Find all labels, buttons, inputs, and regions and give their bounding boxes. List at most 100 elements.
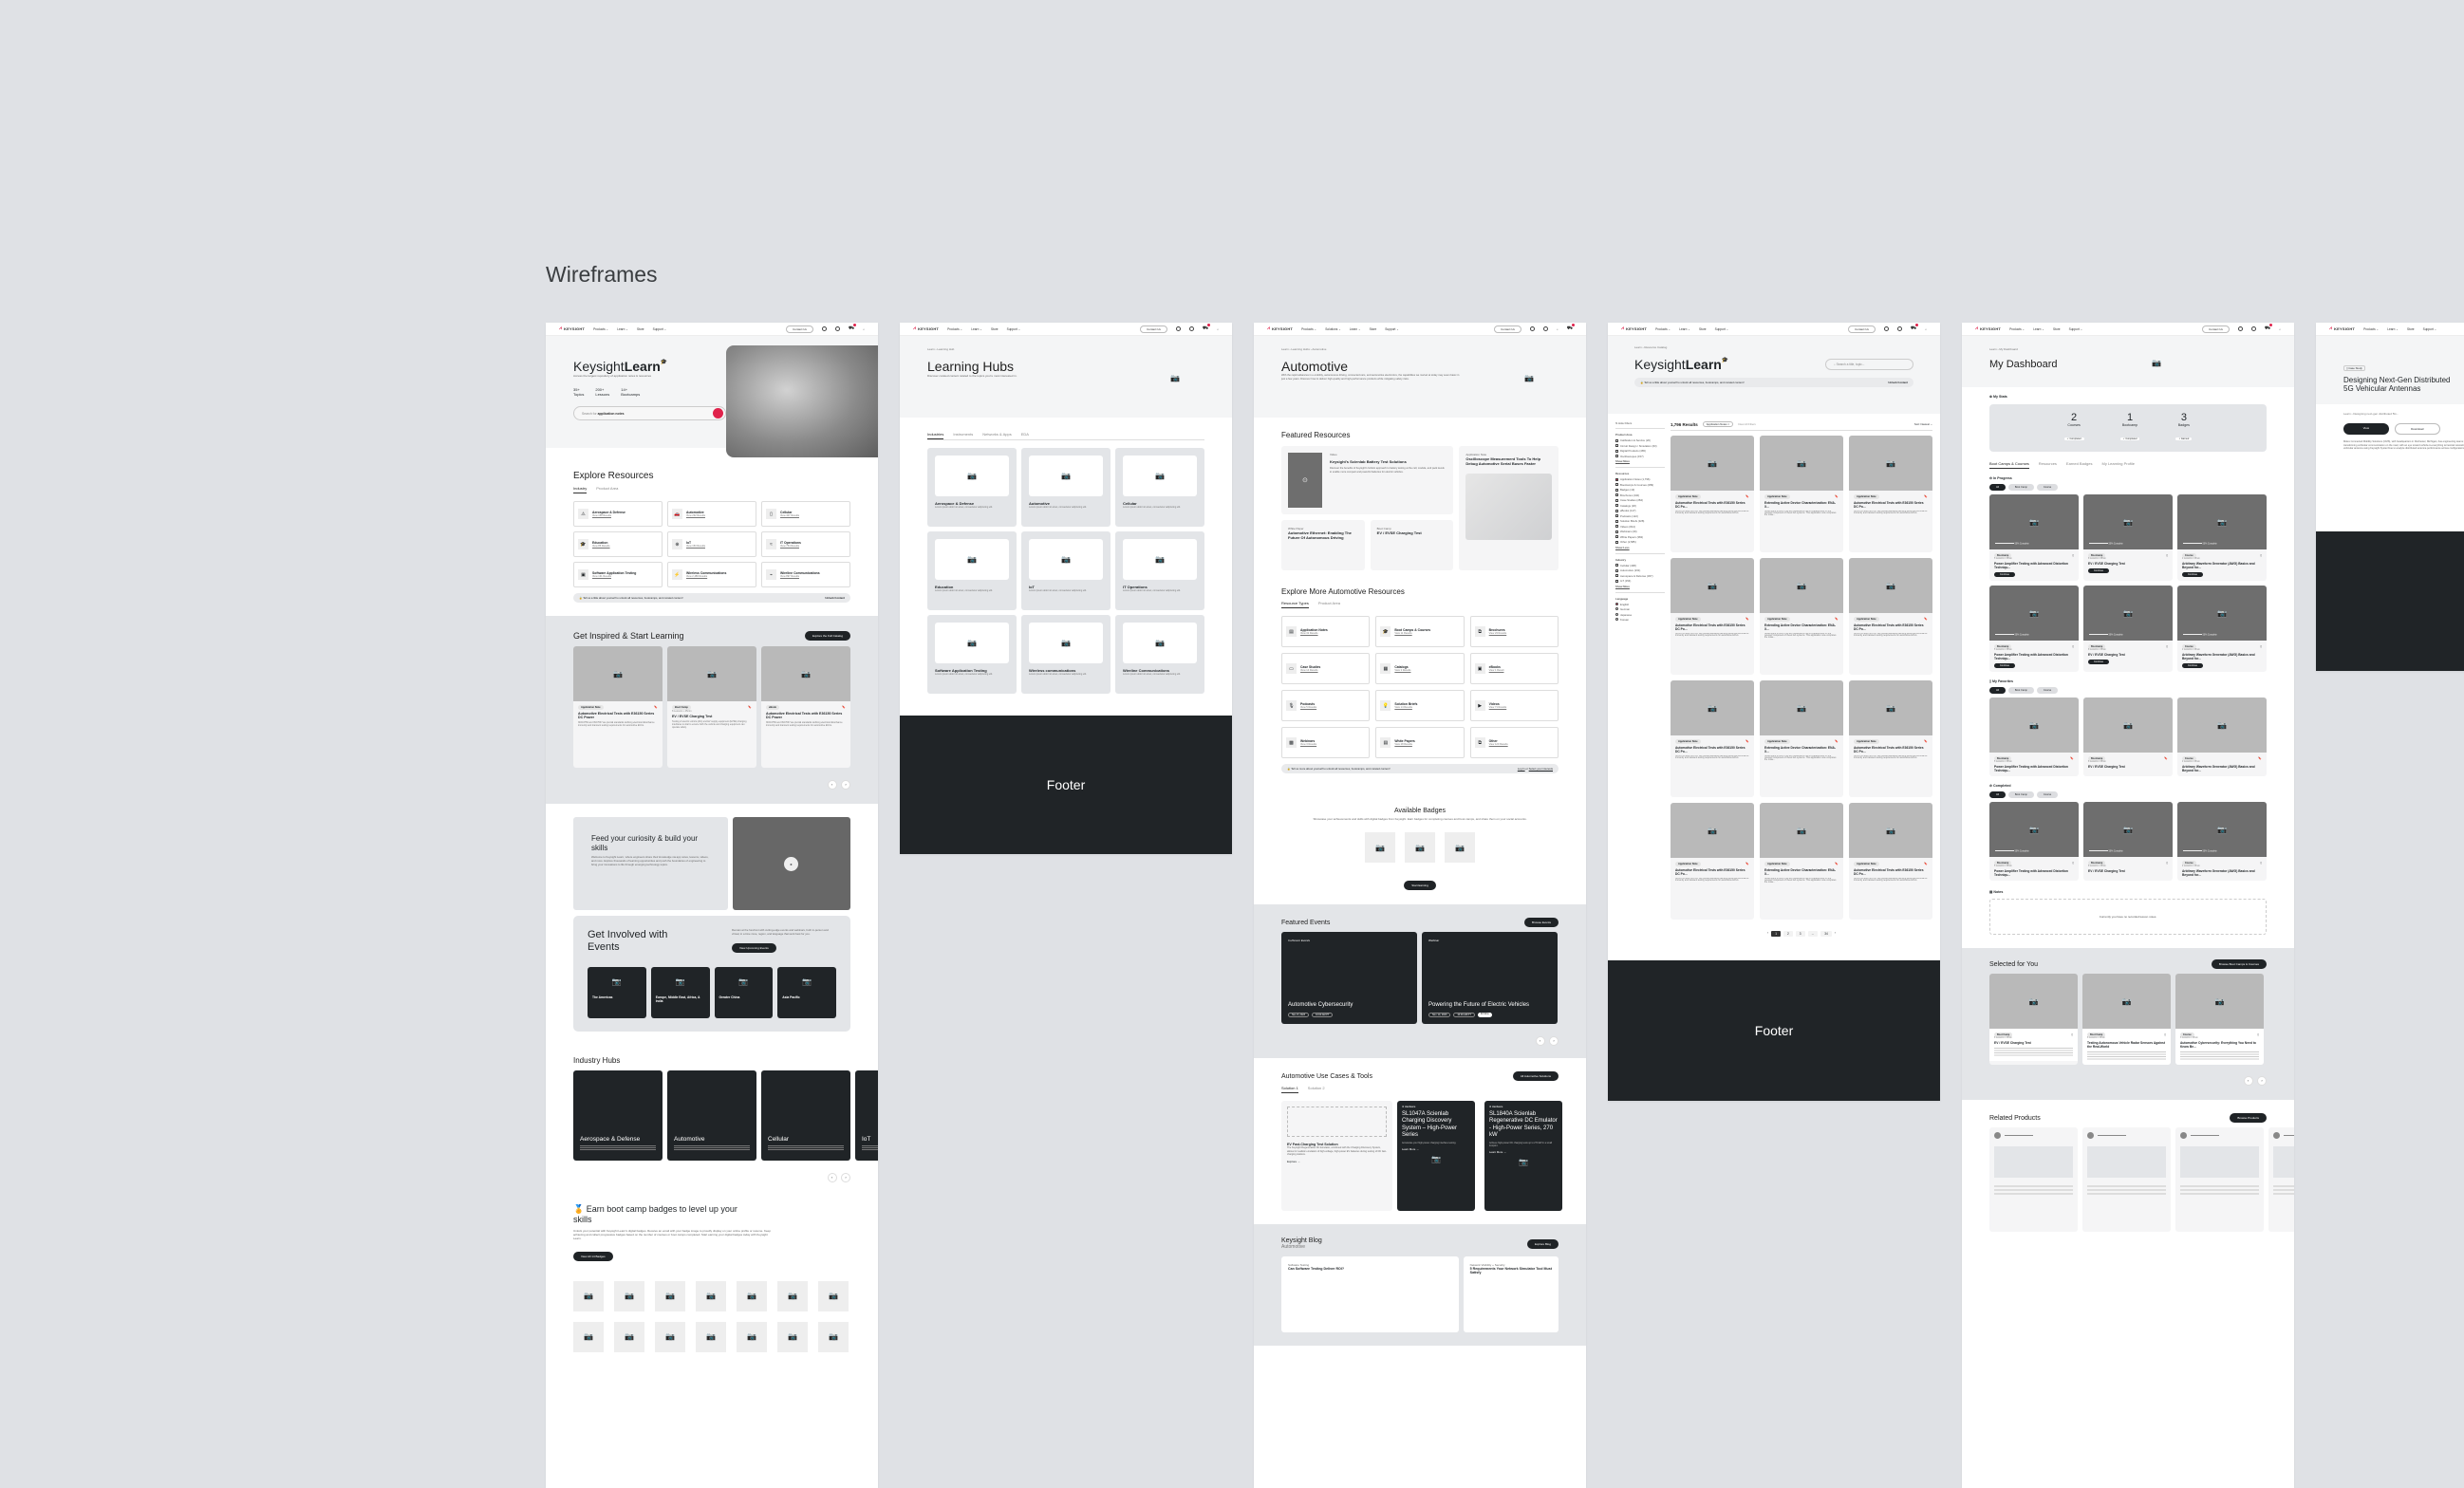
continue-button[interactable]: Continue xyxy=(1994,572,2016,577)
explore-blog-button[interactable]: Explore Blog xyxy=(1526,1238,1559,1249)
play-icon[interactable]: ⊙ xyxy=(1288,453,1322,508)
resource-type-tile[interactable]: ▩ Webinars View 3 Results xyxy=(1281,727,1371,758)
nav-item[interactable]: Store xyxy=(1699,327,1707,331)
resource-card[interactable]: 📷 Application Note 🔖 Extending Active Devic… xyxy=(1760,436,1843,552)
language-radio[interactable]: German xyxy=(1615,607,1665,611)
dashboard-tab[interactable]: Earned Badges xyxy=(2066,461,2093,469)
industry-hub-card[interactable]: IoT xyxy=(855,1070,878,1162)
language-radio[interactable]: Japanese xyxy=(1615,612,1665,617)
page-button[interactable]: 34 xyxy=(1820,931,1832,937)
nav-item[interactable]: Products ⌄ xyxy=(1655,327,1671,331)
resource-type-tile[interactable]: ▦ Catalogs View 3 Results xyxy=(1375,653,1465,684)
tab-industry[interactable]: Industry xyxy=(573,486,588,493)
search-icon[interactable]: ⌕ xyxy=(1557,327,1559,331)
resource-results-link[interactable]: View 5 Results xyxy=(1300,706,1316,709)
hub-card[interactable]: 📷 Wireline Communications Lorem ipsum dolo… xyxy=(1115,615,1204,694)
contact-us-button[interactable]: Contact Us xyxy=(2202,325,2230,333)
filter-chip[interactable]: Course xyxy=(2036,484,2059,491)
hub-tab[interactable]: Networks & Apps xyxy=(982,432,1011,439)
page-button[interactable]: ... xyxy=(1807,931,1819,937)
industry-tile[interactable]: ⊕ IoT View 153 Results xyxy=(667,531,756,557)
resource-results-link[interactable]: View 14 Results xyxy=(1394,706,1417,709)
featured-card[interactable]: Boot Camp EV / EVSE Charging Test xyxy=(1370,520,1454,570)
resource-card[interactable]: 📷 Application Note 🔖 Automotive Electrical … xyxy=(1849,680,1932,797)
unlock-content-link[interactable]: Unlock Content xyxy=(1888,381,1908,384)
filter-checkbox[interactable]: Bootcamps & Courses (289) xyxy=(1615,483,1665,487)
continue-button[interactable]: Continue xyxy=(1994,663,2016,668)
account-icon[interactable] xyxy=(2237,326,2243,331)
tab-resource-types[interactable]: Resource Types xyxy=(1281,601,1309,608)
bookmark-icon[interactable]: 🔖 xyxy=(2070,756,2074,761)
region-card[interactable]: 📷 Greater China xyxy=(714,967,774,1019)
filter-checkbox[interactable]: Badges (13) xyxy=(1615,488,1665,492)
resource-results-link[interactable]: View 71 Results xyxy=(1489,706,1507,709)
bookmark-icon[interactable]: ▯ xyxy=(2257,1032,2259,1037)
browse-events-button[interactable]: Browse Events xyxy=(1523,918,1559,928)
globe-icon[interactable] xyxy=(2250,326,2256,331)
language-radio[interactable]: Korean xyxy=(1615,618,1665,622)
bookmark-icon[interactable]: ▯ xyxy=(2072,644,2074,649)
account-icon[interactable] xyxy=(821,326,827,331)
nav-item[interactable]: Support ⌄ xyxy=(2423,327,2437,331)
nav-item[interactable]: Support ⌄ xyxy=(1385,327,1399,331)
prev-arrow-button[interactable]: ‹ xyxy=(1535,1035,1545,1046)
industry-tile[interactable]: 🚗 Automotive View 232 Results xyxy=(667,501,756,527)
resource-card[interactable]: 📷 Application Note 🔖 Automotive Electrical … xyxy=(1671,680,1754,797)
learn-more-link[interactable]: Learn More → xyxy=(1489,1150,1558,1154)
cart-icon[interactable]: ⛟ xyxy=(2265,324,2273,332)
resource-card[interactable]: 📷 Application Note 🔖 Automotive Electrical … xyxy=(1671,436,1754,552)
resource-card[interactable]: 📷 Application Note 🔖 Extending Active Devic… xyxy=(1760,558,1843,675)
filter-chip[interactable]: Course xyxy=(2036,791,2059,798)
course-card[interactable]: 📷 50% Complete Course ▯ 4 Lessons • 45min Ar… xyxy=(2177,494,2267,581)
industry-hub-card[interactable]: Automotive xyxy=(667,1070,756,1162)
filter-checkbox[interactable]: Cellular (408) xyxy=(1615,564,1665,567)
dashboard-tab[interactable]: Resources xyxy=(2039,461,2057,469)
industry-hub-card[interactable]: Cellular xyxy=(761,1070,850,1162)
solution-card[interactable]: ⚙ Hardware SL1047A Scienlab Charging Disc… xyxy=(1397,1101,1475,1212)
view-events-button[interactable]: View Upcoming Events xyxy=(732,942,776,953)
bookmark-icon[interactable]: 🔖 xyxy=(1835,494,1839,499)
bookmark-icon[interactable]: 🔖 xyxy=(1924,494,1928,499)
breadcrumb[interactable]: Learn › Learning Hub xyxy=(927,347,1204,351)
keysight-logo[interactable]: ⩘ KEYSIGHT xyxy=(2329,326,2355,332)
product-card[interactable] xyxy=(2175,1127,2264,1232)
select-interests-link[interactable]: Select your interests xyxy=(1529,767,1553,771)
featured-card-side[interactable]: Application Note Oscilloscope Measuremen… xyxy=(1459,446,1559,570)
hub-card[interactable]: 📷 Automotive Lorem ipsum dolor sit amet, c… xyxy=(1021,448,1111,527)
course-card[interactable]: 📷 Boot Camp ▯ 8 Lessons • 45min Testing Auto… xyxy=(2082,974,2171,1065)
nav-item[interactable]: Products ⌄ xyxy=(2009,327,2025,331)
resource-type-tile[interactable]: ▶ Videos View 71 Results xyxy=(1469,690,1559,721)
industry-tile[interactable]: ▣ Software Application Testing View 131 Re… xyxy=(573,562,663,587)
hub-tab[interactable]: Industries xyxy=(927,432,944,439)
nav-item[interactable]: Store xyxy=(2407,327,2415,331)
account-icon[interactable] xyxy=(1175,326,1181,331)
bookmark-icon[interactable]: ▯ xyxy=(2072,553,2074,558)
bookmark-icon[interactable]: 🔖 xyxy=(1745,739,1749,744)
resource-card[interactable]: 📷 Application Note 🔖 Automotive Electrical … xyxy=(1849,436,1932,552)
breadcrumb[interactable]: Learn › Resource Catalog xyxy=(1634,345,1913,349)
industry-hub-card[interactable]: Aerospace & Defense xyxy=(573,1070,663,1162)
nav-item[interactable]: Learn ⌄ xyxy=(1679,327,1690,331)
explore-catalog-button[interactable]: Explore the Full Catalog xyxy=(804,631,850,641)
bookmark-icon[interactable]: 🔖 xyxy=(2258,756,2262,761)
search-icon[interactable]: ⌕ xyxy=(1925,327,1927,331)
hub-card[interactable]: 📷 IoT Lorem ipsum dolor sit amet, consecte… xyxy=(1021,531,1111,610)
search-icon[interactable]: ⌕ xyxy=(2279,327,2281,331)
page-button[interactable]: 1 xyxy=(1771,931,1781,937)
contact-us-button[interactable]: Contact Us xyxy=(1848,325,1876,333)
nav-item[interactable]: Products ⌄ xyxy=(947,327,962,331)
hub-card[interactable]: 📷 Software Application Testing Lorem ipsum… xyxy=(927,615,1017,694)
dashboard-tab[interactable]: My Learning Profile xyxy=(2102,461,2135,469)
hub-card[interactable]: 📷 Aerospace & Defense Lorem ipsum dolor si… xyxy=(927,448,1017,527)
nav-item[interactable]: Learn ⌄ xyxy=(2033,327,2044,331)
resource-type-tile[interactable]: ▭ Case Studies View 14 Results xyxy=(1281,653,1371,684)
region-card[interactable]: 📷 Asia Pacific xyxy=(777,967,836,1019)
next-arrow-button[interactable]: › xyxy=(1549,1035,1559,1046)
course-card[interactable]: 📷 Course 🔖 4 Lessons • 45min Arbitrary Wavef… xyxy=(2177,698,2267,776)
continue-button[interactable]: Continue xyxy=(2182,663,2204,668)
clear-filters-link[interactable]: Clear All Filters xyxy=(1738,422,1756,426)
event-card[interactable]: In-Person Events Automotive Cybersecurity… xyxy=(1281,932,1417,1025)
resource-card[interactable]: 📷 eBook 🔖 Automotive Electrical Tests with … xyxy=(761,646,850,768)
dashboard-tab[interactable]: Boot Camps & Courses xyxy=(1989,461,2029,469)
next-page-button[interactable]: › xyxy=(1835,931,1836,937)
